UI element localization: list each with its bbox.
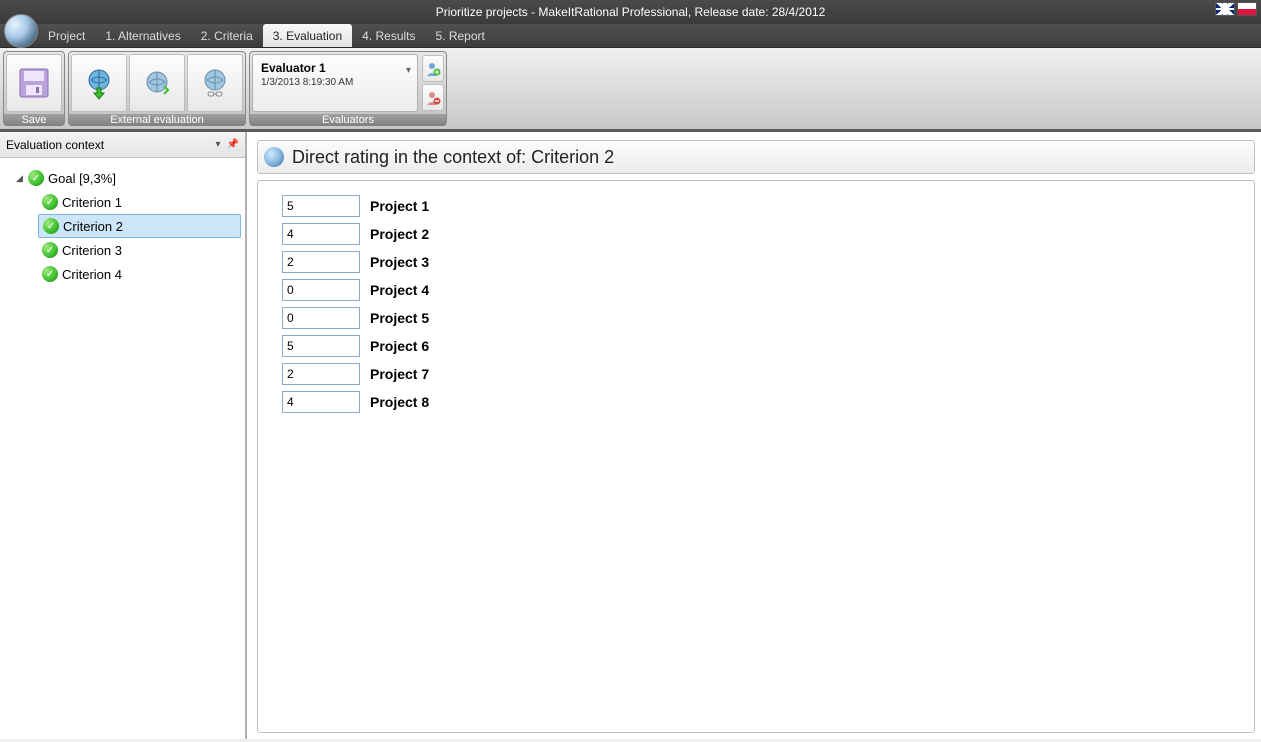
rating-label: Project 2 xyxy=(370,226,429,242)
floppy-icon xyxy=(16,65,52,101)
download-eval-button[interactable] xyxy=(71,54,127,112)
check-icon: ✓ xyxy=(28,170,44,186)
titlebar: Prioritize projects - MakeItRational Pro… xyxy=(0,0,1261,24)
tree-criterion-label: Criterion 4 xyxy=(62,267,122,282)
rating-input[interactable] xyxy=(282,307,360,329)
panel-header: Direct rating in the context of: Criteri… xyxy=(257,140,1255,174)
tree-criterion-label: Criterion 2 xyxy=(63,219,123,234)
panel-title-context: Criterion 2 xyxy=(531,147,614,167)
rating-label: Project 5 xyxy=(370,310,429,326)
context-orb-icon xyxy=(264,147,284,167)
rating-label: Project 1 xyxy=(370,198,429,214)
rating-row: Project 4 xyxy=(282,279,1230,301)
rating-label: Project 7 xyxy=(370,366,429,382)
main-panel: Direct rating in the context of: Criteri… xyxy=(247,132,1261,739)
globe-upload-icon xyxy=(140,66,174,100)
rating-row: Project 7 xyxy=(282,363,1230,385)
menu-item-4-results[interactable]: 4. Results xyxy=(352,24,425,47)
rating-input[interactable] xyxy=(282,195,360,217)
rating-row: Project 6 xyxy=(282,335,1230,357)
user-add-icon xyxy=(425,61,441,77)
language-flags xyxy=(1215,2,1257,16)
tree: ◢ ✓ Goal [9,3%] ✓Criterion 1✓Criterion 2… xyxy=(0,158,245,294)
menubar: Project1. Alternatives2. Criteria3. Eval… xyxy=(0,24,1261,48)
rating-row: Project 5 xyxy=(282,307,1230,329)
rating-row: Project 3 xyxy=(282,251,1230,273)
globe-link-icon xyxy=(198,66,232,100)
tree-criterion[interactable]: ✓ Criterion 1 xyxy=(38,190,241,214)
sidebar-pin-icon[interactable]: 📌 xyxy=(227,139,239,150)
tree-criterion[interactable]: ✓ Criterion 2 xyxy=(38,214,241,238)
tree-criterion-label: Criterion 3 xyxy=(62,243,122,258)
flag-uk-icon[interactable] xyxy=(1215,2,1235,16)
tree-goal[interactable]: ◢ ✓ Goal [9,3%] xyxy=(12,166,241,190)
sidebar-dropdown-icon[interactable]: ▾ xyxy=(216,139,221,150)
evaluator-side-buttons xyxy=(422,55,444,111)
ribbon-group-label: Evaluators xyxy=(250,114,446,126)
rating-row: Project 8 xyxy=(282,391,1230,413)
ribbon-group-external: External evaluation xyxy=(68,51,246,126)
rating-label: Project 8 xyxy=(370,394,429,410)
tree-goal-label: Goal [9,3%] xyxy=(48,171,116,186)
evaluator-timestamp: 1/3/2013 8:19:30 AM xyxy=(261,77,409,88)
link-eval-button[interactable] xyxy=(187,54,243,112)
rating-input[interactable] xyxy=(282,391,360,413)
chevron-down-icon: ▾ xyxy=(406,65,411,76)
menu-item-1-alternatives[interactable]: 1. Alternatives xyxy=(95,24,190,47)
panel-title-prefix: Direct rating in the context of: xyxy=(292,147,531,167)
ribbon-group-label: External evaluation xyxy=(69,114,245,126)
panel-body: Project 1 Project 2 Project 3 Project 4 Proj… xyxy=(257,180,1255,733)
menu-item-3-evaluation[interactable]: 3. Evaluation xyxy=(263,24,352,47)
user-remove-icon xyxy=(425,90,441,106)
menu-item-5-report[interactable]: 5. Report xyxy=(426,24,495,47)
check-icon: ✓ xyxy=(42,194,58,210)
collapse-arrow-icon[interactable]: ◢ xyxy=(16,173,26,184)
sidebar-title: Evaluation context xyxy=(6,138,104,152)
remove-evaluator-button[interactable] xyxy=(422,84,444,111)
evaluator-name: Evaluator 1 xyxy=(261,61,409,75)
menu-item-project[interactable]: Project xyxy=(38,24,95,47)
flag-pl-icon[interactable] xyxy=(1237,2,1257,16)
check-icon: ✓ xyxy=(42,266,58,282)
add-evaluator-button[interactable] xyxy=(422,55,444,82)
ribbon-group-evaluators: Evaluator 1 1/3/2013 8:19:30 AM ▾ xyxy=(249,51,447,126)
sidebar: Evaluation context ▾ 📌 ◢ ✓ Goal [9,3%] ✓… xyxy=(0,132,247,739)
rating-label: Project 4 xyxy=(370,282,429,298)
window-title: Prioritize projects - MakeItRational Pro… xyxy=(436,5,826,19)
check-icon: ✓ xyxy=(42,242,58,258)
tree-criterion-label: Criterion 1 xyxy=(62,195,122,210)
check-icon: ✓ xyxy=(43,218,59,234)
evaluator-dropdown[interactable]: Evaluator 1 1/3/2013 8:19:30 AM ▾ xyxy=(252,54,418,112)
rating-input[interactable] xyxy=(282,251,360,273)
rating-row: Project 1 xyxy=(282,195,1230,217)
rating-label: Project 3 xyxy=(370,254,429,270)
menu-item-2-criteria[interactable]: 2. Criteria xyxy=(191,24,263,47)
ribbon-group-save: Save xyxy=(3,51,65,126)
rating-input[interactable] xyxy=(282,223,360,245)
app-orb-icon[interactable] xyxy=(4,14,38,48)
rating-label: Project 6 xyxy=(370,338,429,354)
tree-criterion[interactable]: ✓ Criterion 4 xyxy=(38,262,241,286)
rating-input[interactable] xyxy=(282,279,360,301)
ribbon-group-label: Save xyxy=(4,114,64,126)
panel-title: Direct rating in the context of: Criteri… xyxy=(292,147,614,168)
upload-eval-button[interactable] xyxy=(129,54,185,112)
rating-input[interactable] xyxy=(282,363,360,385)
rating-input[interactable] xyxy=(282,335,360,357)
workspace: Evaluation context ▾ 📌 ◢ ✓ Goal [9,3%] ✓… xyxy=(0,132,1261,739)
ribbon: Save xyxy=(0,48,1261,132)
tree-criterion[interactable]: ✓ Criterion 3 xyxy=(38,238,241,262)
save-button[interactable] xyxy=(6,54,62,112)
sidebar-header: Evaluation context ▾ 📌 xyxy=(0,132,245,158)
globe-download-icon xyxy=(82,66,116,100)
rating-row: Project 2 xyxy=(282,223,1230,245)
